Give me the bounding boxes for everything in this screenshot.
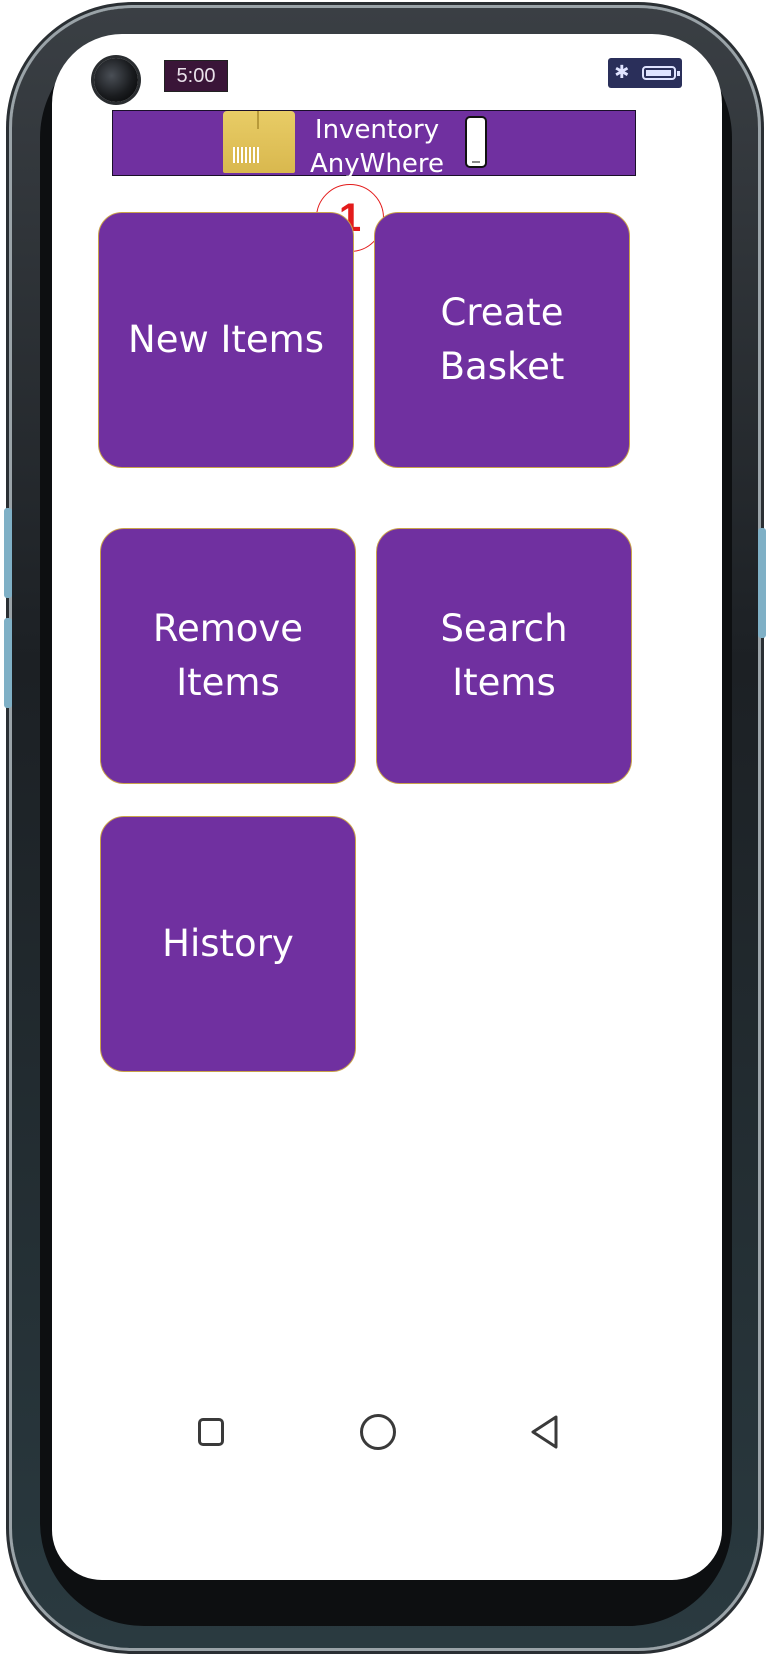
status-time: 5:00 [164, 60, 228, 92]
barcode-icon [233, 147, 259, 163]
package-box-icon [223, 111, 295, 173]
front-camera-icon [94, 58, 138, 102]
remove-items-button[interactable]: Remove Items [100, 528, 356, 784]
battery-icon [641, 66, 680, 80]
create-basket-button[interactable]: Create Basket [374, 212, 630, 468]
volume-up-button [4, 508, 12, 598]
back-triangle-icon[interactable] [528, 1414, 562, 1450]
app-title-line1: Inventory [314, 115, 440, 145]
recent-apps-square-icon[interactable] [198, 1418, 224, 1446]
power-button [758, 528, 766, 638]
app-title-line2: AnyWhere [310, 149, 444, 179]
home-circle-icon[interactable] [360, 1414, 396, 1450]
system-nav-bar [52, 1410, 722, 1460]
bluetooth-icon: ✱ [614, 62, 630, 83]
status-icons: ✱ [608, 58, 682, 88]
history-button[interactable]: History [100, 816, 356, 1072]
app-header-banner: Inventory AnyWhere [112, 110, 636, 179]
new-items-button[interactable]: New Items [98, 212, 354, 468]
smartphone-icon [465, 116, 487, 168]
volume-down-button [4, 618, 12, 708]
app-title: Inventory AnyWhere [297, 113, 457, 181]
stage: 5:00 ✱ Inventory AnyWhere 1 New Items Cr… [0, 0, 770, 1657]
screen: 5:00 ✱ Inventory AnyWhere 1 New Items Cr… [52, 34, 722, 1580]
search-items-button[interactable]: Search Items [376, 528, 632, 784]
